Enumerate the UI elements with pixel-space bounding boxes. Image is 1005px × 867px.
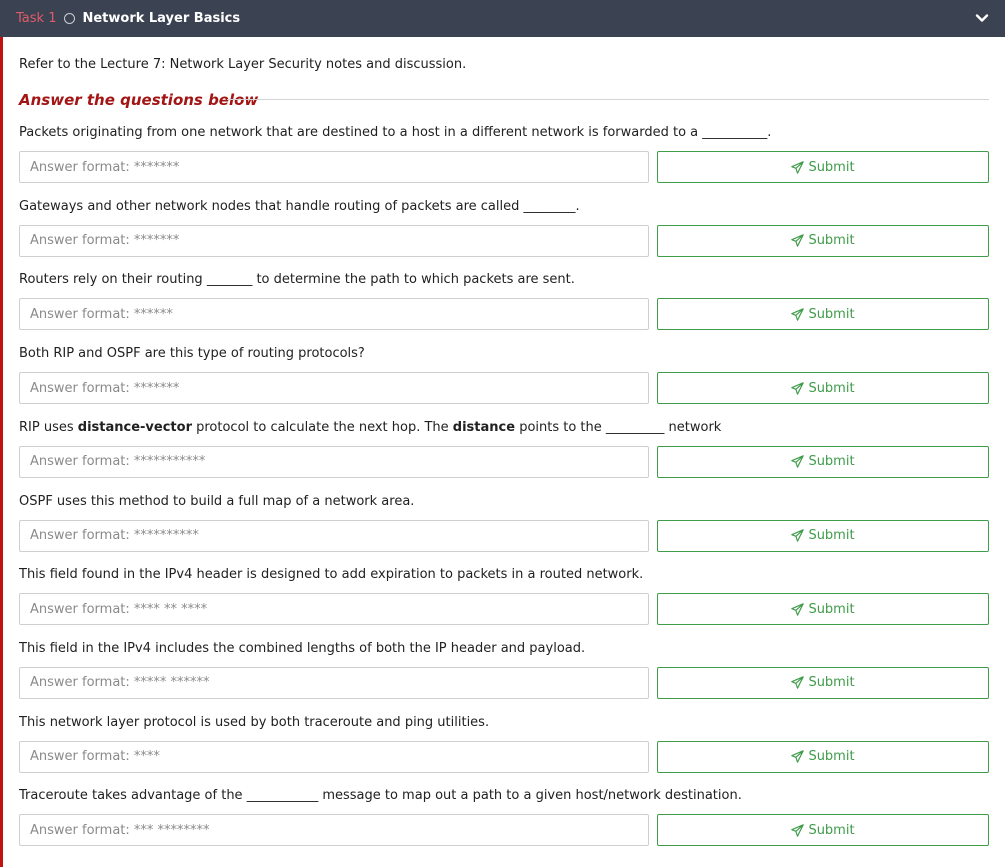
question-text-part: This field found in the IPv4 header is d… — [19, 567, 644, 583]
question-text-part: RIP uses — [19, 419, 78, 435]
submit-label: Submit — [808, 454, 855, 470]
question-text: Routers rely on their routing _______ to… — [19, 272, 575, 287]
submit-button[interactable]: Submit — [657, 372, 989, 405]
paper-plane-icon — [791, 750, 805, 763]
submit-button[interactable]: Submit — [657, 593, 989, 626]
answer-input[interactable] — [19, 519, 649, 552]
section-title: Answer the questions below — [19, 91, 259, 109]
question-text: Both RIP and OSPF are this type of routi… — [19, 346, 365, 361]
submit-button[interactable]: Submit — [657, 445, 989, 478]
submit-button[interactable]: Submit — [657, 666, 989, 699]
question-text: OSPF uses this method to build a full ma… — [19, 494, 414, 509]
question-text-part: protocol to calculate the next hop. The — [191, 419, 453, 435]
paper-plane-icon — [791, 676, 805, 690]
submit-button[interactable]: Submit — [657, 224, 989, 257]
submit-button[interactable]: Submit — [657, 519, 989, 552]
question-text-part: This network layer protocol is used by b… — [19, 714, 490, 730]
question-text-part: Both RIP and OSPF are this type of routi… — [19, 346, 365, 362]
submit-label: Submit — [808, 306, 855, 322]
answer-input[interactable] — [19, 740, 649, 773]
question-text-part: Traceroute takes advantage of the ______… — [19, 788, 742, 804]
question-text: Traceroute takes advantage of the ______… — [19, 788, 742, 803]
answer-input[interactable] — [19, 298, 649, 331]
question-text: This network layer protocol is used by b… — [19, 715, 489, 730]
paper-plane-icon — [791, 824, 805, 837]
chevron-down-icon[interactable] — [975, 11, 989, 25]
paper-plane-icon — [791, 455, 805, 469]
question-text-part: Packets originating from one network tha… — [19, 125, 772, 140]
submit-label: Submit — [808, 528, 855, 543]
submit-button[interactable]: Submit — [657, 298, 989, 331]
task-title: Network Layer Basics — [82, 11, 241, 26]
paper-plane-icon — [791, 234, 805, 247]
task-intro: Refer to the Lecture 7: Network Layer Se… — [19, 57, 467, 72]
section-divider — [227, 99, 989, 100]
question-text: Gateways and other network nodes that ha… — [19, 199, 580, 214]
submit-label: Submit — [808, 749, 855, 765]
submit-button[interactable]: Submit — [657, 151, 989, 183]
answer-input[interactable] — [19, 593, 649, 626]
submit-label: Submit — [808, 675, 855, 691]
answer-input[interactable] — [19, 151, 649, 183]
answer-input[interactable] — [19, 814, 649, 847]
question-text: This field found in the IPv4 header is d… — [19, 567, 643, 582]
submit-label: Submit — [808, 601, 855, 617]
submit-button[interactable]: Submit — [657, 740, 989, 773]
paper-plane-icon — [791, 160, 805, 174]
submit-label: Submit — [808, 159, 855, 175]
answer-input[interactable] — [19, 445, 649, 478]
paper-plane-icon — [791, 602, 805, 616]
answer-input[interactable] — [19, 666, 649, 699]
answer-input[interactable] — [19, 224, 649, 257]
task-number: Task 1 — [16, 11, 57, 26]
question-text: Packets originating from one network tha… — [19, 125, 771, 140]
question-text-part: Routers rely on their routing _______ to… — [19, 272, 575, 288]
paper-plane-icon — [791, 308, 805, 321]
submit-label: Submit — [808, 233, 855, 249]
task-body: Refer to the Lecture 7: Network Layer Se… — [0, 37, 1005, 867]
submit-label: Submit — [808, 822, 855, 838]
submit-label: Submit — [808, 380, 855, 396]
question-text: RIP uses distance-vector protocol to cal… — [19, 420, 721, 435]
question-bold-text: distance-vector — [77, 419, 192, 435]
question-text-part: This field in the IPv4 includes the comb… — [19, 640, 586, 656]
question-text-part: points to the _________ network — [515, 419, 722, 435]
question-text-part: Gateways and other network nodes that ha… — [19, 198, 580, 214]
paper-plane-icon — [791, 529, 805, 542]
paper-plane-icon — [791, 381, 805, 395]
submit-button[interactable]: Submit — [657, 814, 989, 847]
question-text: This field in the IPv4 includes the comb… — [19, 641, 585, 656]
task-header[interactable]: Task 1 Network Layer Basics — [0, 0, 1005, 37]
question-text-part: OSPF uses this method to build a full ma… — [19, 493, 415, 509]
circle-outline-icon — [64, 13, 76, 24]
answer-input[interactable] — [19, 372, 649, 405]
question-bold-text: distance — [452, 419, 516, 435]
